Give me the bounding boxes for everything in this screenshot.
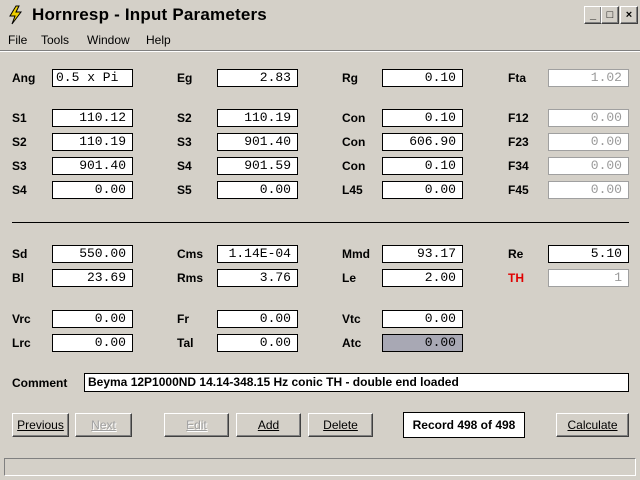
field-s3-seg2[interactable]: 901.40 bbox=[217, 133, 298, 151]
field-rg[interactable]: 0.10 bbox=[382, 69, 463, 87]
next-button[interactable]: Next bbox=[75, 413, 132, 437]
label-s3: S3 bbox=[177, 135, 192, 149]
field-rms[interactable]: 3.76 bbox=[217, 269, 298, 287]
label-lrc: Lrc bbox=[12, 336, 31, 350]
field-f45: 0.00 bbox=[548, 181, 629, 199]
window-title: Hornresp - Input Parameters bbox=[32, 5, 267, 24]
field-vtc[interactable]: 0.00 bbox=[382, 310, 463, 328]
field-vrc[interactable]: 0.00 bbox=[52, 310, 133, 328]
label-f12: F12 bbox=[508, 111, 529, 125]
menu-window[interactable]: Window bbox=[87, 33, 130, 47]
delete-button[interactable]: Delete bbox=[308, 413, 373, 437]
comment-field[interactable]: Beyma 12P1000ND 14.14-348.15 Hz conic TH… bbox=[84, 373, 629, 392]
field-fr[interactable]: 0.00 bbox=[217, 310, 298, 328]
field-f34: 0.00 bbox=[548, 157, 629, 175]
label-comment: Comment bbox=[12, 376, 68, 390]
field-s5[interactable]: 0.00 bbox=[217, 181, 298, 199]
record-indicator: Record 498 of 498 bbox=[403, 412, 525, 438]
field-f12: 0.00 bbox=[548, 109, 629, 127]
label-vtc: Vtc bbox=[342, 312, 361, 326]
field-mmd[interactable]: 93.17 bbox=[382, 245, 463, 263]
field-fta: 1.02 bbox=[548, 69, 629, 87]
field-f23: 0.00 bbox=[548, 133, 629, 151]
label-s2: S2 bbox=[12, 135, 27, 149]
field-s4-seg4[interactable]: 0.00 bbox=[52, 181, 133, 199]
menu-help[interactable]: Help bbox=[146, 33, 171, 47]
label-con: Con bbox=[342, 159, 366, 173]
field-eg[interactable]: 2.83 bbox=[217, 69, 298, 87]
label-rms: Rms bbox=[177, 271, 204, 285]
title-bar: Hornresp - Input Parameters _ □ × bbox=[0, 0, 640, 31]
label-s2: S2 bbox=[177, 111, 192, 125]
field-con-seg3[interactable]: 0.10 bbox=[382, 157, 463, 175]
field-s3-seg3[interactable]: 901.40 bbox=[52, 157, 133, 175]
label-f45: F45 bbox=[508, 183, 529, 197]
label-f23: F23 bbox=[508, 135, 529, 149]
label-le: Le bbox=[342, 271, 357, 285]
label-s3: S3 bbox=[12, 159, 27, 173]
menu-tools[interactable]: Tools bbox=[41, 33, 69, 47]
lightning-icon bbox=[9, 5, 22, 25]
field-con-seg1[interactable]: 0.10 bbox=[382, 109, 463, 127]
add-button[interactable]: Add bbox=[236, 413, 301, 437]
field-cms[interactable]: 1.14E-04 bbox=[217, 245, 298, 263]
menu-bar: File Tools Window Help bbox=[0, 31, 640, 50]
field-s2-seg1[interactable]: 110.19 bbox=[217, 109, 298, 127]
label-s1: S1 bbox=[12, 111, 27, 125]
previous-button[interactable]: Previous bbox=[12, 413, 69, 437]
label-th: TH bbox=[508, 271, 524, 285]
field-s2-seg2[interactable]: 110.19 bbox=[52, 133, 133, 151]
label-s4: S4 bbox=[12, 183, 27, 197]
label-tal: Tal bbox=[177, 336, 194, 350]
field-tal[interactable]: 0.00 bbox=[217, 334, 298, 352]
label-fr: Fr bbox=[177, 312, 189, 326]
label-atc: Atc bbox=[342, 336, 362, 350]
field-le[interactable]: 2.00 bbox=[382, 269, 463, 287]
field-lrc[interactable]: 0.00 bbox=[52, 334, 133, 352]
menu-divider bbox=[0, 50, 640, 52]
label-l45: L45 bbox=[342, 183, 363, 197]
status-bar bbox=[4, 458, 636, 476]
close-button[interactable]: × bbox=[620, 6, 638, 24]
field-th: 1 bbox=[548, 269, 629, 287]
label-sd: Sd bbox=[12, 247, 28, 261]
section-divider bbox=[12, 222, 629, 223]
field-l45[interactable]: 0.00 bbox=[382, 181, 463, 199]
label-cms: Cms bbox=[177, 247, 204, 261]
label-eg: Eg bbox=[177, 71, 193, 85]
minimize-button[interactable]: _ bbox=[584, 6, 602, 24]
field-atc[interactable]: 0.00 bbox=[382, 334, 463, 352]
maximize-button[interactable]: □ bbox=[601, 6, 619, 24]
label-f34: F34 bbox=[508, 159, 529, 173]
label-re: Re bbox=[508, 247, 524, 261]
label-con: Con bbox=[342, 111, 366, 125]
field-bl[interactable]: 23.69 bbox=[52, 269, 133, 287]
label-mmd: Mmd bbox=[342, 247, 370, 261]
label-ang: Ang bbox=[12, 71, 36, 85]
field-sd[interactable]: 550.00 bbox=[52, 245, 133, 263]
label-s5: S5 bbox=[177, 183, 192, 197]
label-bl: Bl bbox=[12, 271, 24, 285]
field-s4-seg3[interactable]: 901.59 bbox=[217, 157, 298, 175]
label-rg: Rg bbox=[342, 71, 358, 85]
label-fta: Fta bbox=[508, 71, 526, 85]
edit-button[interactable]: Edit bbox=[164, 413, 229, 437]
field-ang[interactable]: 0.5 x Pi bbox=[52, 69, 133, 87]
field-s1[interactable]: 110.12 bbox=[52, 109, 133, 127]
field-con-seg2[interactable]: 606.90 bbox=[382, 133, 463, 151]
label-vrc: Vrc bbox=[12, 312, 31, 326]
calculate-button[interactable]: Calculate bbox=[556, 413, 629, 437]
menu-file[interactable]: File bbox=[8, 33, 27, 47]
label-s4: S4 bbox=[177, 159, 192, 173]
label-con: Con bbox=[342, 135, 366, 149]
field-re[interactable]: 5.10 bbox=[548, 245, 629, 263]
